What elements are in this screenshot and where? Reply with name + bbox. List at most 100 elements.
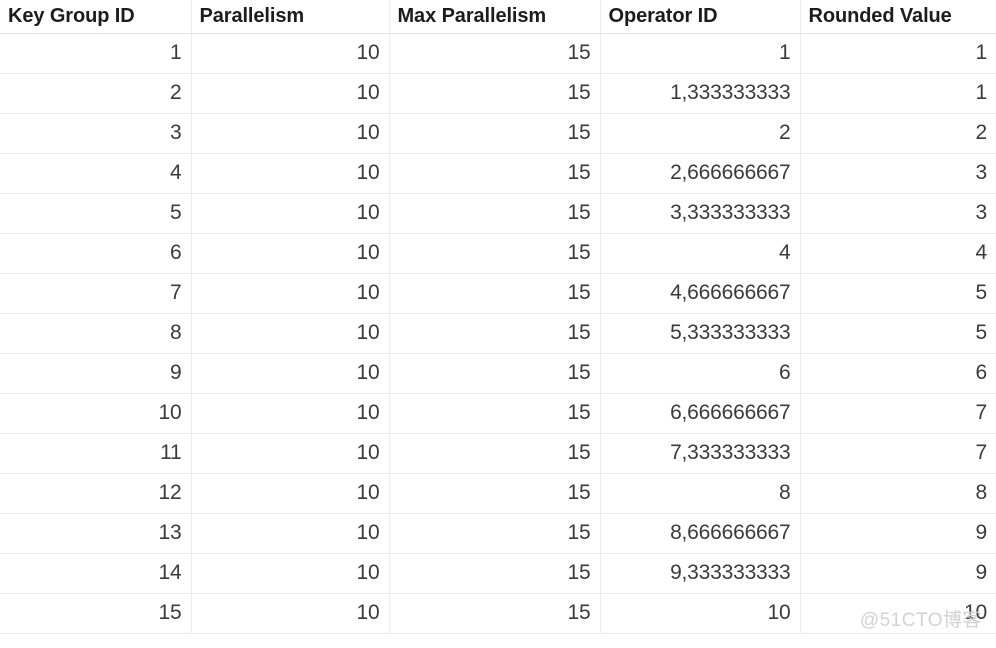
column-header-key-group-id[interactable]: Key Group ID xyxy=(0,0,192,34)
cell-max-parallelism[interactable]: 15 xyxy=(389,433,601,474)
cell-max-parallelism[interactable]: 15 xyxy=(389,73,601,114)
cell-parallelism[interactable]: 10 xyxy=(191,393,390,434)
cell-operator-id[interactable]: 10 xyxy=(600,593,801,634)
cell-parallelism[interactable]: 10 xyxy=(191,113,390,154)
table-row: 11 10 15 7,333333333 7 xyxy=(0,433,996,474)
column-header-rounded-value[interactable]: Rounded Value xyxy=(800,0,996,34)
table-row: 3 10 15 2 2 xyxy=(0,113,996,154)
cell-rounded-value[interactable]: 5 xyxy=(800,313,996,354)
cell-parallelism[interactable]: 10 xyxy=(191,513,390,554)
cell-key-group-id[interactable]: 8 xyxy=(0,313,192,354)
cell-key-group-id[interactable]: 13 xyxy=(0,513,192,554)
cell-max-parallelism[interactable]: 15 xyxy=(389,513,601,554)
table-header: Key Group ID Parallelism Max Parallelism… xyxy=(0,0,996,34)
column-header-operator-id[interactable]: Operator ID xyxy=(600,0,801,34)
data-table: Key Group ID Parallelism Max Parallelism… xyxy=(0,0,996,634)
cell-rounded-value[interactable]: 1 xyxy=(800,73,996,114)
cell-rounded-value[interactable]: 10 xyxy=(800,593,996,634)
cell-max-parallelism[interactable]: 15 xyxy=(389,273,601,314)
cell-rounded-value[interactable]: 4 xyxy=(800,233,996,274)
cell-key-group-id[interactable]: 7 xyxy=(0,273,192,314)
cell-parallelism[interactable]: 10 xyxy=(191,473,390,514)
cell-key-group-id[interactable]: 5 xyxy=(0,193,192,234)
cell-key-group-id[interactable]: 14 xyxy=(0,553,192,594)
cell-parallelism[interactable]: 10 xyxy=(191,313,390,354)
cell-rounded-value[interactable]: 9 xyxy=(800,553,996,594)
table-row: 8 10 15 5,333333333 5 xyxy=(0,313,996,354)
cell-rounded-value[interactable]: 7 xyxy=(800,433,996,474)
column-header-parallelism[interactable]: Parallelism xyxy=(191,0,390,34)
cell-parallelism[interactable]: 10 xyxy=(191,433,390,474)
table-row: 13 10 15 8,666666667 9 xyxy=(0,513,996,554)
table-row: 4 10 15 2,666666667 3 xyxy=(0,153,996,194)
cell-max-parallelism[interactable]: 15 xyxy=(389,473,601,514)
cell-operator-id[interactable]: 6,666666667 xyxy=(600,393,801,434)
table-row: 15 10 15 10 10 xyxy=(0,593,996,634)
cell-max-parallelism[interactable]: 15 xyxy=(389,593,601,634)
cell-key-group-id[interactable]: 10 xyxy=(0,393,192,434)
cell-key-group-id[interactable]: 11 xyxy=(0,433,192,474)
cell-operator-id[interactable]: 8 xyxy=(600,473,801,514)
cell-rounded-value[interactable]: 1 xyxy=(800,33,996,74)
cell-operator-id[interactable]: 5,333333333 xyxy=(600,313,801,354)
cell-operator-id[interactable]: 1 xyxy=(600,33,801,74)
cell-operator-id[interactable]: 9,333333333 xyxy=(600,553,801,594)
cell-max-parallelism[interactable]: 15 xyxy=(389,393,601,434)
table-row: 1 10 15 1 1 xyxy=(0,33,996,74)
table-row: 5 10 15 3,333333333 3 xyxy=(0,193,996,234)
cell-max-parallelism[interactable]: 15 xyxy=(389,313,601,354)
cell-parallelism[interactable]: 10 xyxy=(191,353,390,394)
cell-key-group-id[interactable]: 15 xyxy=(0,593,192,634)
cell-rounded-value[interactable]: 7 xyxy=(800,393,996,434)
cell-max-parallelism[interactable]: 15 xyxy=(389,153,601,194)
cell-max-parallelism[interactable]: 15 xyxy=(389,553,601,594)
cell-max-parallelism[interactable]: 15 xyxy=(389,233,601,274)
table-header-row: Key Group ID Parallelism Max Parallelism… xyxy=(0,0,996,34)
cell-rounded-value[interactable]: 3 xyxy=(800,153,996,194)
cell-key-group-id[interactable]: 12 xyxy=(0,473,192,514)
cell-operator-id[interactable]: 2,666666667 xyxy=(600,153,801,194)
cell-parallelism[interactable]: 10 xyxy=(191,193,390,234)
spreadsheet-table-screenshot: Key Group ID Parallelism Max Parallelism… xyxy=(0,0,996,648)
cell-operator-id[interactable]: 4 xyxy=(600,233,801,274)
table-row: 12 10 15 8 8 xyxy=(0,473,996,514)
cell-operator-id[interactable]: 6 xyxy=(600,353,801,394)
cell-operator-id[interactable]: 3,333333333 xyxy=(600,193,801,234)
cell-key-group-id[interactable]: 2 xyxy=(0,73,192,114)
cell-parallelism[interactable]: 10 xyxy=(191,33,390,74)
cell-rounded-value[interactable]: 3 xyxy=(800,193,996,234)
cell-operator-id[interactable]: 7,333333333 xyxy=(600,433,801,474)
cell-parallelism[interactable]: 10 xyxy=(191,73,390,114)
cell-rounded-value[interactable]: 2 xyxy=(800,113,996,154)
cell-rounded-value[interactable]: 6 xyxy=(800,353,996,394)
cell-parallelism[interactable]: 10 xyxy=(191,153,390,194)
cell-rounded-value[interactable]: 9 xyxy=(800,513,996,554)
cell-rounded-value[interactable]: 8 xyxy=(800,473,996,514)
table-row: 9 10 15 6 6 xyxy=(0,353,996,394)
cell-key-group-id[interactable]: 4 xyxy=(0,153,192,194)
cell-parallelism[interactable]: 10 xyxy=(191,233,390,274)
cell-operator-id[interactable]: 8,666666667 xyxy=(600,513,801,554)
cell-key-group-id[interactable]: 9 xyxy=(0,353,192,394)
cell-operator-id[interactable]: 1,333333333 xyxy=(600,73,801,114)
cell-rounded-value[interactable]: 5 xyxy=(800,273,996,314)
table-row: 14 10 15 9,333333333 9 xyxy=(0,553,996,594)
cell-max-parallelism[interactable]: 15 xyxy=(389,193,601,234)
cell-key-group-id[interactable]: 3 xyxy=(0,113,192,154)
cell-key-group-id[interactable]: 1 xyxy=(0,33,192,74)
cell-operator-id[interactable]: 2 xyxy=(600,113,801,154)
cell-parallelism[interactable]: 10 xyxy=(191,553,390,594)
table-row: 6 10 15 4 4 xyxy=(0,233,996,274)
cell-parallelism[interactable]: 10 xyxy=(191,273,390,314)
cell-parallelism[interactable]: 10 xyxy=(191,593,390,634)
cell-max-parallelism[interactable]: 15 xyxy=(389,353,601,394)
cell-key-group-id[interactable]: 6 xyxy=(0,233,192,274)
table-body: 1 10 15 1 1 2 10 15 1,333333333 1 3 10 15 2 2 4 10 15 2,66… xyxy=(0,33,996,634)
cell-operator-id[interactable]: 4,666666667 xyxy=(600,273,801,314)
cell-max-parallelism[interactable]: 15 xyxy=(389,113,601,154)
table-row: 2 10 15 1,333333333 1 xyxy=(0,73,996,114)
table-row: 7 10 15 4,666666667 5 xyxy=(0,273,996,314)
column-header-max-parallelism[interactable]: Max Parallelism xyxy=(389,0,601,34)
cell-max-parallelism[interactable]: 15 xyxy=(389,33,601,74)
table-row: 10 10 15 6,666666667 7 xyxy=(0,393,996,434)
